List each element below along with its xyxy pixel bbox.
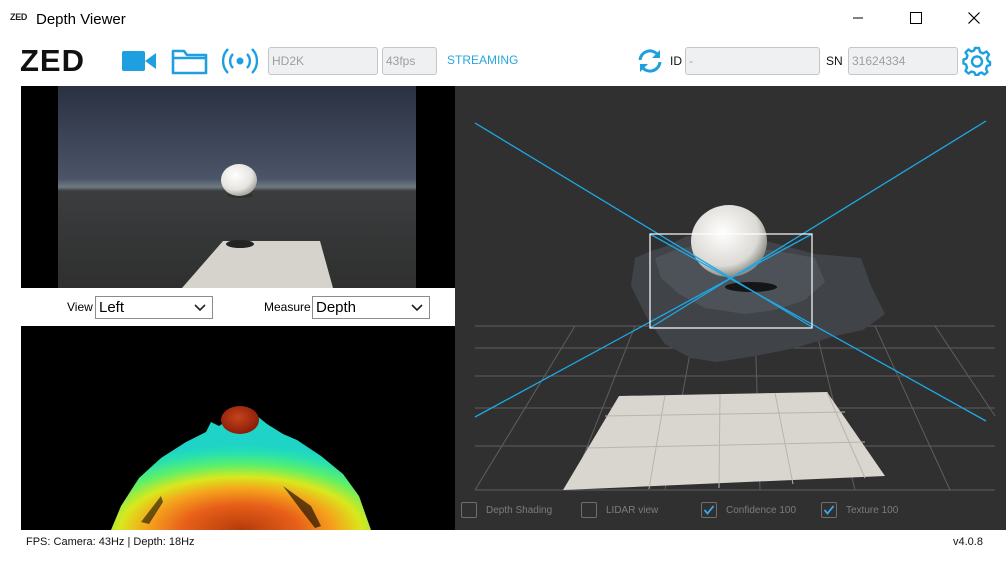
app-logo: ZED [10, 12, 28, 22]
open-folder-button[interactable] [170, 45, 210, 77]
view-label: View [67, 300, 93, 314]
window-title: Depth Viewer [36, 11, 126, 28]
id-label: ID [670, 54, 682, 68]
texture-label: Texture 100 [846, 505, 899, 516]
zed-logo: ZED [20, 43, 85, 78]
measure-select-value: Depth [316, 299, 357, 316]
sn-field[interactable]: 31624334 [848, 47, 958, 75]
sn-label: SN [826, 54, 843, 68]
settings-button[interactable] [961, 45, 993, 77]
point-cloud-view[interactable]: Depth Shading LIDAR view Confidence 100 … [455, 86, 1006, 530]
close-button[interactable] [951, 0, 997, 36]
minimize-button[interactable] [835, 0, 881, 36]
resolution-field[interactable]: HD2K [268, 47, 378, 75]
camera-button[interactable] [119, 46, 159, 76]
view-select[interactable]: Left [95, 296, 213, 319]
depth-map-view[interactable] [21, 326, 455, 530]
close-icon [968, 12, 980, 24]
checkmark-icon [703, 505, 715, 515]
point-cloud-render [474, 120, 996, 491]
measure-select[interactable]: Depth [312, 296, 430, 319]
refresh-button[interactable] [635, 47, 665, 75]
maximize-button[interactable] [893, 0, 939, 36]
lidar-view-label: LIDAR view [606, 505, 659, 516]
measure-label: Measure [264, 300, 311, 314]
stream-button[interactable] [221, 44, 259, 78]
checkmark-icon [823, 505, 835, 515]
camera-image [58, 86, 416, 288]
confidence-label: Confidence 100 [726, 505, 797, 516]
texture-checkbox[interactable] [821, 502, 837, 518]
confidence-checkbox[interactable] [701, 502, 717, 518]
fps-status: FPS: Camera: 43Hz | Depth: 18Hz [26, 536, 195, 548]
depth-map-image [111, 406, 371, 530]
id-field[interactable]: - [685, 47, 820, 75]
depth-shading-checkbox[interactable] [461, 502, 477, 518]
minimize-icon [853, 17, 863, 19]
fps-field[interactable]: 43fps [382, 47, 437, 75]
scene-render [182, 164, 333, 288]
gear-icon [962, 46, 992, 76]
version-label: v4.0.8 [953, 536, 983, 548]
refresh-icon [638, 49, 662, 73]
chevron-down-icon [194, 304, 206, 312]
lidar-view-checkbox[interactable] [581, 502, 597, 518]
maximize-icon [910, 12, 922, 24]
folder-icon [171, 49, 208, 75]
stream-status: STREAMING [447, 53, 519, 67]
camera-view[interactable] [21, 86, 455, 288]
view-select-value: Left [99, 299, 125, 316]
depth-shading-label: Depth Shading [486, 505, 553, 516]
video-camera-icon [122, 51, 156, 71]
chevron-down-icon [411, 304, 423, 312]
broadcast-icon [222, 48, 258, 74]
